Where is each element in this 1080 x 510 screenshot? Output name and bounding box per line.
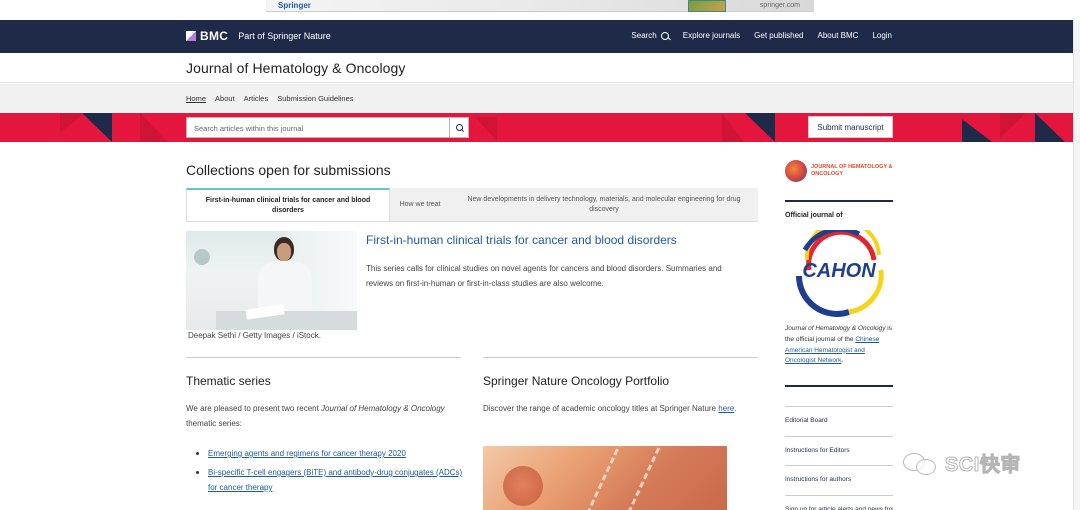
ad-logo: Springer [278, 1, 311, 10]
top-nav: BMC Part of Springer Nature Search Explo… [0, 20, 1080, 53]
decor-triangle [475, 117, 497, 141]
bmc-brand-sub: Part of Springer Nature [238, 31, 331, 41]
decor-triangle [722, 113, 744, 142]
sidebar-item-editorial-board[interactable]: Editorial Board [785, 406, 893, 436]
sidebar-item-instructions-editors[interactable]: Instructions for Editors [785, 435, 893, 466]
thematic-series-list: Emerging agents and regimens for cancer … [196, 446, 466, 499]
decor-triangle [1035, 113, 1065, 142]
ad-url: springer.com [759, 2, 800, 9]
subnav-about[interactable]: About [215, 94, 235, 103]
decor-triangle [1000, 113, 1026, 138]
divider [186, 357, 461, 358]
thematic-series-link[interactable]: Emerging agents and regimens for cancer … [196, 446, 466, 461]
decor-triangle [745, 113, 775, 142]
official-journal-label: Official journal of [785, 212, 843, 219]
feature-description: This series calls for clinical studies o… [366, 264, 722, 288]
search-icon [660, 31, 669, 40]
subnav-submission-guidelines[interactable]: Submission Guidelines [277, 94, 353, 103]
thematic-desc-post: thematic series: [186, 419, 243, 428]
ad-banner[interactable]: Springer springer.com [266, 0, 814, 12]
thematic-series-title: Thematic series [186, 374, 271, 388]
sidebar-divider [785, 200, 893, 202]
journal-header: Journal of Hematology & Oncology [0, 53, 1080, 83]
portfolio-here-link[interactable]: here [718, 404, 734, 413]
thematic-desc-journal: Journal of Hematology & Oncology [321, 404, 445, 413]
sidebar-item-instructions-authors[interactable]: Instructions for authors [785, 465, 893, 495]
journal-logo-text: JOURNAL OF HEMATOLOGY & ONCOLOGY [811, 164, 893, 177]
sidebar-item-article-alerts[interactable]: Sign up for article alerts and news from… [785, 494, 893, 510]
journal-subnav: Home About Articles Submission Guideline… [0, 84, 1080, 113]
watermark-text: SCI快审 [945, 454, 1021, 477]
scrollbar[interactable] [1073, 20, 1080, 510]
decor-triangle [60, 113, 85, 133]
journal-search-input[interactable] [187, 119, 449, 138]
cahon-desc-journal: Journal of Hematology & Oncology [785, 325, 886, 332]
portfolio-desc-pre: Discover the range of academic oncology … [483, 404, 719, 413]
bmc-brand: BMC [200, 29, 229, 43]
bmc-logo-icon [186, 31, 196, 41]
journal-search-field[interactable] [186, 117, 450, 138]
journal-logo-icon [785, 160, 807, 182]
search-icon [455, 124, 463, 131]
nav-login[interactable]: Login [872, 31, 892, 40]
feature-image-caption: Deepak Sethi / Getty Images / iStock. [186, 331, 357, 340]
journal-logo[interactable]: JOURNAL OF HEMATOLOGY & ONCOLOGY [785, 160, 897, 182]
feature-image[interactable] [186, 231, 357, 330]
nav-about-bmc[interactable]: About BMC [818, 31, 859, 40]
ad-strip: Springer springer.com [0, 0, 1080, 13]
nav-get-published[interactable]: Get published [754, 31, 803, 40]
feature-title-link[interactable]: First-in-human clinical trials for cance… [366, 233, 677, 247]
portfolio-desc-post: . [734, 404, 737, 413]
cahon-logo-text: CAHON [802, 260, 876, 282]
oncology-portfolio-description: Discover the range of academic oncology … [483, 401, 758, 416]
collections-tabs: First-in-human clinical trials for cance… [186, 188, 758, 222]
sidebar-menu: Editorial Board Instructions for Editors… [785, 406, 893, 510]
submit-manuscript-button[interactable]: Submit manuscript [808, 116, 893, 138]
bmc-logo[interactable]: BMC Part of Springer Nature [186, 29, 331, 43]
collections-title: Collections open for submissions [186, 162, 391, 178]
journal-search-button[interactable] [449, 117, 469, 138]
wechat-icon [903, 449, 939, 477]
journal-title[interactable]: Journal of Hematology & Oncology [186, 60, 406, 76]
cahon-logo[interactable]: CAHON [789, 230, 889, 320]
tab-how-we-treat[interactable]: How we treat [390, 188, 450, 221]
decor-triangle [82, 113, 112, 142]
tab-first-in-human[interactable]: First-in-human clinical trials for cance… [186, 188, 390, 221]
sidebar-divider [785, 385, 893, 387]
search-band: Submit manuscript [0, 113, 1080, 142]
nav-search-button[interactable]: Search [631, 31, 669, 40]
thematic-series-description: We are pleased to present two recent Jou… [186, 401, 466, 431]
divider [483, 357, 758, 358]
nav-explore-journals[interactable]: Explore journals [683, 31, 740, 40]
thematic-series-link[interactable]: Bi-specific T-cell engagers (BiTE) and a… [196, 465, 466, 495]
cahon-desc-end: . [841, 357, 844, 365]
decor-triangle [962, 119, 992, 142]
tab-new-developments[interactable]: New developments in delivery technology,… [450, 188, 758, 221]
oncology-portfolio-image[interactable] [483, 446, 727, 510]
nav-search-label: Search [631, 31, 657, 40]
subnav-home[interactable]: Home [186, 94, 206, 103]
ad-image [688, 0, 726, 12]
subnav-articles[interactable]: Articles [244, 94, 269, 103]
top-nav-links: Search Explore journals Get published Ab… [631, 31, 892, 40]
cahon-description: Journal of Hematology & Oncology is the … [785, 324, 893, 367]
decor-triangle [140, 113, 168, 142]
oncology-portfolio-title: Springer Nature Oncology Portfolio [483, 374, 670, 388]
thematic-desc-pre: We are pleased to present two recent [186, 404, 322, 413]
watermark: SCI快审 [903, 448, 1021, 477]
